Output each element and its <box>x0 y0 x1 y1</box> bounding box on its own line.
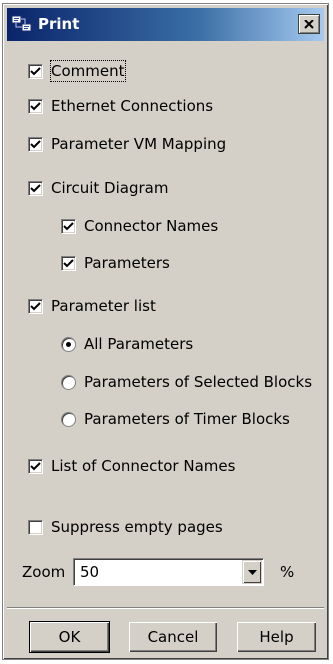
parameter-vm-mapping-checkbox[interactable]: Parameter VM Mapping <box>28 133 226 155</box>
parameter-list-label: Parameter list <box>51 297 156 315</box>
connector-names-checkbox-box[interactable] <box>61 218 76 234</box>
checkmark-icon <box>30 139 41 148</box>
parameter-list-checkbox-box[interactable] <box>28 298 43 314</box>
help-button[interactable]: Help <box>236 621 317 653</box>
comment-checkbox[interactable]: Comment <box>28 60 126 82</box>
ethernet-connections-label: Ethernet Connections <box>51 97 214 115</box>
suppress-empty-pages-checkbox-box[interactable] <box>28 519 43 535</box>
parameters-label: Parameters <box>84 254 170 272</box>
selected-blocks-label: Parameters of Selected Blocks <box>84 373 313 391</box>
checkmark-icon <box>63 221 74 230</box>
comment-label: Comment <box>50 60 126 82</box>
zoom-unit: % <box>280 563 295 581</box>
circuit-diagram-label: Circuit Diagram <box>51 179 169 197</box>
list-connector-names-label: List of Connector Names <box>51 457 236 475</box>
connector-names-checkbox[interactable]: Connector Names <box>61 215 218 237</box>
connector-names-label: Connector Names <box>84 217 219 235</box>
checkmark-icon <box>30 66 41 75</box>
selected-blocks-radio[interactable]: Parameters of Selected Blocks <box>61 371 312 393</box>
ethernet-connections-checkbox-box[interactable] <box>28 98 43 114</box>
zoom-label: Zoom <box>22 563 66 581</box>
suppress-empty-pages-checkbox[interactable]: Suppress empty pages <box>28 516 223 538</box>
circuit-diagram-checkbox-box[interactable] <box>28 180 43 196</box>
zoom-dropdown-button[interactable] <box>242 560 262 584</box>
dialog-title: Print <box>38 15 80 33</box>
all-parameters-radio-button[interactable] <box>61 336 76 352</box>
ok-button[interactable]: OK <box>29 621 110 653</box>
checkmark-icon <box>63 258 74 267</box>
comment-checkbox-box[interactable] <box>28 63 43 79</box>
checkmark-icon <box>30 101 41 110</box>
chevron-down-icon <box>247 569 257 575</box>
timer-blocks-radio-button[interactable] <box>61 411 76 427</box>
suppress-empty-pages-label: Suppress empty pages <box>51 518 223 536</box>
separator-line <box>7 607 324 609</box>
checkmark-icon <box>30 183 41 192</box>
zoom-row: Zoom 50 % <box>22 558 294 586</box>
parameter-list-checkbox[interactable]: Parameter list <box>28 295 156 317</box>
zoom-value[interactable]: 50 <box>80 563 99 581</box>
zoom-combobox[interactable]: 50 <box>73 558 264 586</box>
radio-selected-dot <box>66 341 71 347</box>
cancel-button[interactable]: Cancel <box>128 621 218 653</box>
checkmark-icon <box>30 461 41 470</box>
title-bar[interactable]: Print <box>7 8 324 41</box>
parameters-checkbox-box[interactable] <box>61 255 76 271</box>
parameter-vm-mapping-checkbox-box[interactable] <box>28 136 43 152</box>
list-connector-names-checkbox[interactable]: List of Connector Names <box>28 455 235 477</box>
close-button[interactable] <box>298 14 320 34</box>
all-parameters-radio[interactable]: All Parameters <box>61 333 193 355</box>
list-connector-names-checkbox-box[interactable] <box>28 458 43 474</box>
timer-blocks-label: Parameters of Timer Blocks <box>84 410 290 428</box>
ethernet-connections-checkbox[interactable]: Ethernet Connections <box>28 95 213 117</box>
checkmark-icon <box>30 301 41 310</box>
print-dialog: Print Comment Ethernet Connections Param… <box>2 3 329 660</box>
parameter-vm-mapping-label: Parameter VM Mapping <box>51 135 227 153</box>
close-icon <box>304 19 314 29</box>
circuit-diagram-checkbox[interactable]: Circuit Diagram <box>28 177 168 199</box>
print-app-icon <box>11 14 33 34</box>
all-parameters-label: All Parameters <box>84 335 194 353</box>
timer-blocks-radio[interactable]: Parameters of Timer Blocks <box>61 408 290 430</box>
parameters-checkbox[interactable]: Parameters <box>61 252 170 274</box>
selected-blocks-radio-button[interactable] <box>61 374 76 390</box>
